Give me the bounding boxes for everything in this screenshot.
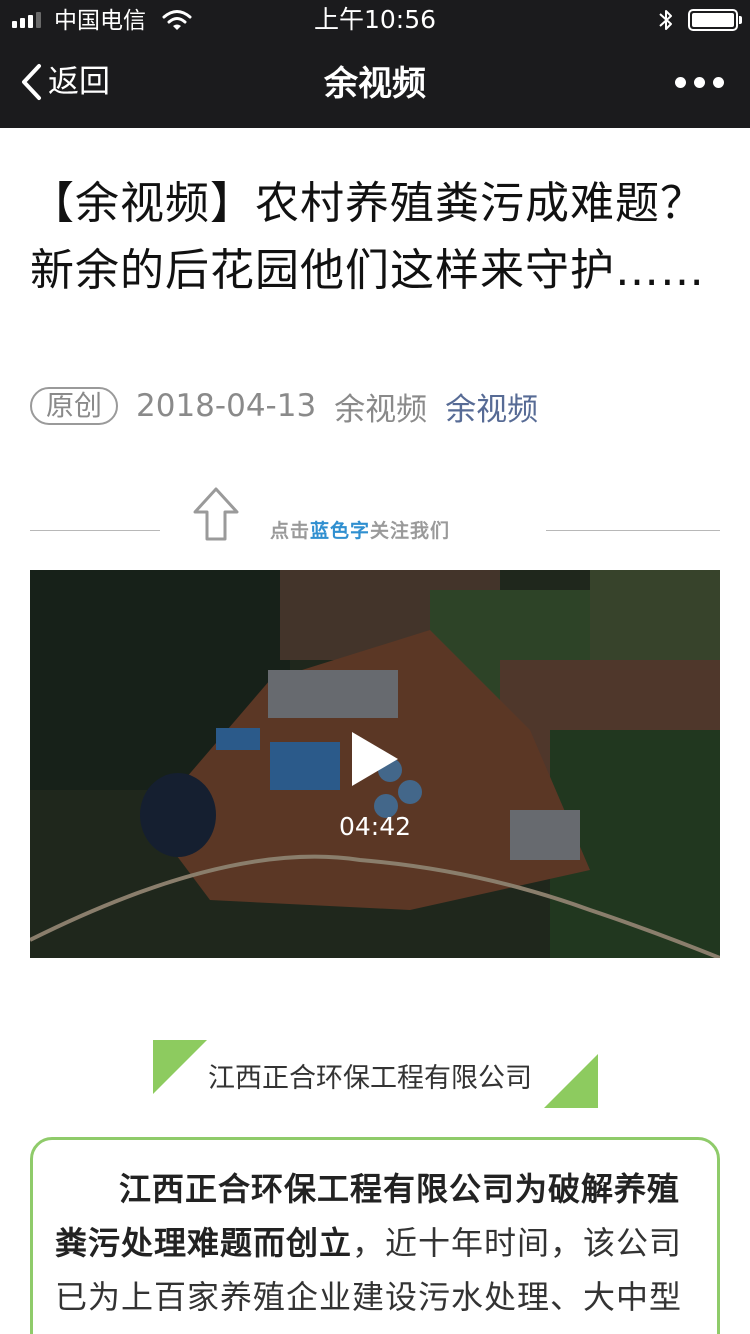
up-arrow-icon [192,486,240,546]
triangle-decoration-right [544,1054,598,1108]
nav-bar: 返回 余视频 [0,40,750,128]
intro-text-box: 江西正合环保工程有限公司为破解养殖粪污处理难题而创立，近十年时间，该公司已为上百… [30,1137,720,1334]
original-badge: 原创 [30,387,119,425]
status-time: 上午10:56 [313,5,437,34]
play-icon[interactable] [348,728,402,794]
company-name: 江西正合环保工程有限公司 [208,1063,532,1094]
divider-right [546,530,720,531]
video-player[interactable]: 04:42 [30,570,720,958]
follow-text: 点击蓝色字关注我们 [270,516,450,543]
company-section-header: 江西正合环保工程有限公司 [150,1038,600,1108]
article-meta: 原创 2018-04-13 余视频 余视频 [30,384,538,429]
divider-left [30,530,160,531]
video-duration: 04:42 [338,812,412,841]
account-link[interactable]: 余视频 [445,384,538,429]
author-name: 余视频 [334,391,428,428]
page-title: 余视频 [324,64,426,104]
status-bar: 中国电信 上午10:56 [0,0,750,40]
intro-paragraph: 江西正合环保工程有限公司为破解养殖粪污处理难题而创立，近十年时间，该公司已为上百… [55,1162,695,1334]
bluetooth-icon [657,8,675,36]
more-icon[interactable] [675,77,724,88]
battery-icon [688,9,742,31]
follow-text-suffix: 关注我们 [370,520,451,542]
publish-date: 2018-04-13 [136,388,317,424]
follow-text-prefix: 点击 [270,520,311,542]
follow-banner: 点击蓝色字关注我们 [30,480,720,550]
article-title: 【余视频】农村养殖粪污成难题？新余的后花园他们这样来守护…… [30,178,705,296]
triangle-decoration-left [153,1040,207,1094]
follow-text-highlight: 蓝色字 [310,520,371,542]
